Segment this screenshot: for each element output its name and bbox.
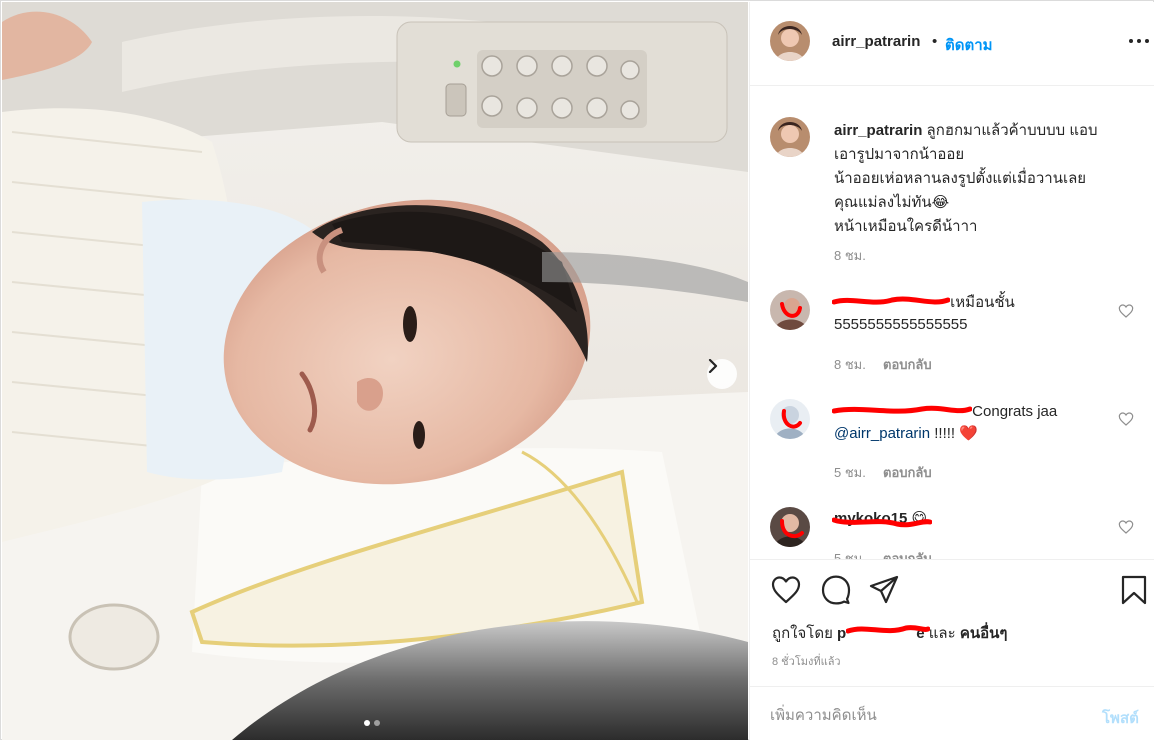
- caption-avatar[interactable]: [770, 117, 810, 157]
- comment-text: Congrats jaa: [972, 403, 1058, 420]
- post-actions: ถูกใจโดย pe และ คนอื่นๆ 8 ชั่วโมงที่แล้ว…: [750, 559, 1154, 740]
- reply-button[interactable]: ตอบกลับ: [883, 548, 932, 559]
- ellipsis-icon[interactable]: [1128, 34, 1150, 48]
- comments-list[interactable]: airr_patrarin ลูกฮกมาแล้วค้าบบบบ แอบ เอา…: [750, 87, 1154, 559]
- post-photo[interactable]: [2, 2, 748, 740]
- author-avatar[interactable]: [770, 21, 810, 61]
- caption-line: ลูกฮกมาแล้วค้าบบบบ แอบ: [926, 122, 1098, 139]
- caption-line: หน้าเหมือนใครดีน้าาา: [834, 218, 978, 235]
- post-comment-button[interactable]: โพสต์: [1102, 706, 1139, 730]
- comment-icon[interactable]: [820, 574, 852, 606]
- like-comment-heart-icon[interactable]: [1118, 411, 1134, 427]
- follow-button[interactable]: ติดตาม: [945, 33, 993, 57]
- reply-button[interactable]: ตอบกลับ: [883, 462, 932, 483]
- likes-connector: และ: [928, 625, 956, 642]
- comment-text: 5555555555555555: [834, 316, 968, 333]
- comment-mention-link[interactable]: @airr_patrarin: [834, 425, 930, 442]
- post-caption: airr_patrarin ลูกฮกมาแล้วค้าบบบบ แอบ เอา…: [834, 119, 1134, 239]
- comment-body: Congrats jaa @airr_patrarin !!!!! ❤️: [834, 400, 1114, 445]
- comment-avatar[interactable]: [770, 507, 810, 547]
- comment-timestamp[interactable]: 5 ชม.: [834, 548, 866, 559]
- comment-avatar[interactable]: [770, 399, 810, 439]
- carousel-indicator: [364, 720, 380, 726]
- comment-text: เหมือนชั้น: [950, 294, 1015, 311]
- likes-prefix: ถูกใจโดย: [772, 625, 833, 642]
- comment-username-redacted[interactable]: [834, 400, 968, 416]
- comment-text: 😋: [911, 510, 928, 527]
- likes-others-link[interactable]: คนอื่นๆ: [960, 625, 1008, 642]
- caption-line: คุณแม่ลงไม่ทัน😂: [834, 194, 950, 211]
- caption-line: น้าออยเห่อหลานลงรูปตั้งแต่เมื่อวานเลย: [834, 170, 1087, 187]
- post-header: airr_patrarin • ติดตาม: [750, 2, 1154, 86]
- post-timestamp[interactable]: 8 ชั่วโมงที่แล้ว: [772, 652, 841, 670]
- like-comment-heart-icon[interactable]: [1118, 519, 1134, 535]
- bookmark-icon[interactable]: [1118, 574, 1150, 606]
- comment-body: เหมือนชั้น 5555555555555555: [834, 291, 1114, 336]
- chevron-right-icon: [708, 359, 718, 373]
- reply-button[interactable]: ตอบกลับ: [883, 354, 932, 375]
- likes-summary: ถูกใจโดย pe และ คนอื่นๆ: [772, 621, 1007, 645]
- post-dialog: airr_patrarin • ติดตาม airr_patrarin ลูก…: [0, 0, 1154, 740]
- comment-timestamp[interactable]: 5 ชม.: [834, 462, 866, 483]
- paper-plane-icon[interactable]: [868, 574, 900, 606]
- carousel-dot: [374, 720, 380, 726]
- header-separator: •: [932, 33, 938, 50]
- like-comment-heart-icon[interactable]: [1118, 303, 1134, 319]
- comment-timestamp[interactable]: 8 ชม.: [834, 354, 866, 375]
- comment-avatar[interactable]: [770, 290, 810, 330]
- newborn-photo: [2, 2, 748, 740]
- comment-username-redacted[interactable]: [834, 291, 946, 307]
- comment-input[interactable]: [770, 700, 1070, 730]
- comment-username[interactable]: mykoko15: [834, 510, 907, 527]
- author-username[interactable]: airr_patrarin: [832, 33, 920, 50]
- carousel-dot-active: [364, 720, 370, 726]
- caption-username[interactable]: airr_patrarin: [834, 122, 922, 139]
- add-comment-bar: โพสต์: [750, 686, 1154, 740]
- next-photo-button[interactable]: [707, 359, 737, 389]
- heart-icon[interactable]: [770, 574, 802, 606]
- comment-text: !!!!! ❤️: [934, 425, 978, 442]
- caption-timestamp[interactable]: 8 ชม.: [834, 245, 866, 266]
- caption-line: เอารูปมาจากน้าออย: [834, 146, 965, 163]
- comment-body: mykoko15 😋: [834, 508, 1114, 530]
- liker-username[interactable]: pe: [837, 625, 925, 642]
- post-details-pane: airr_patrarin • ติดตาม airr_patrarin ลูก…: [749, 2, 1154, 740]
